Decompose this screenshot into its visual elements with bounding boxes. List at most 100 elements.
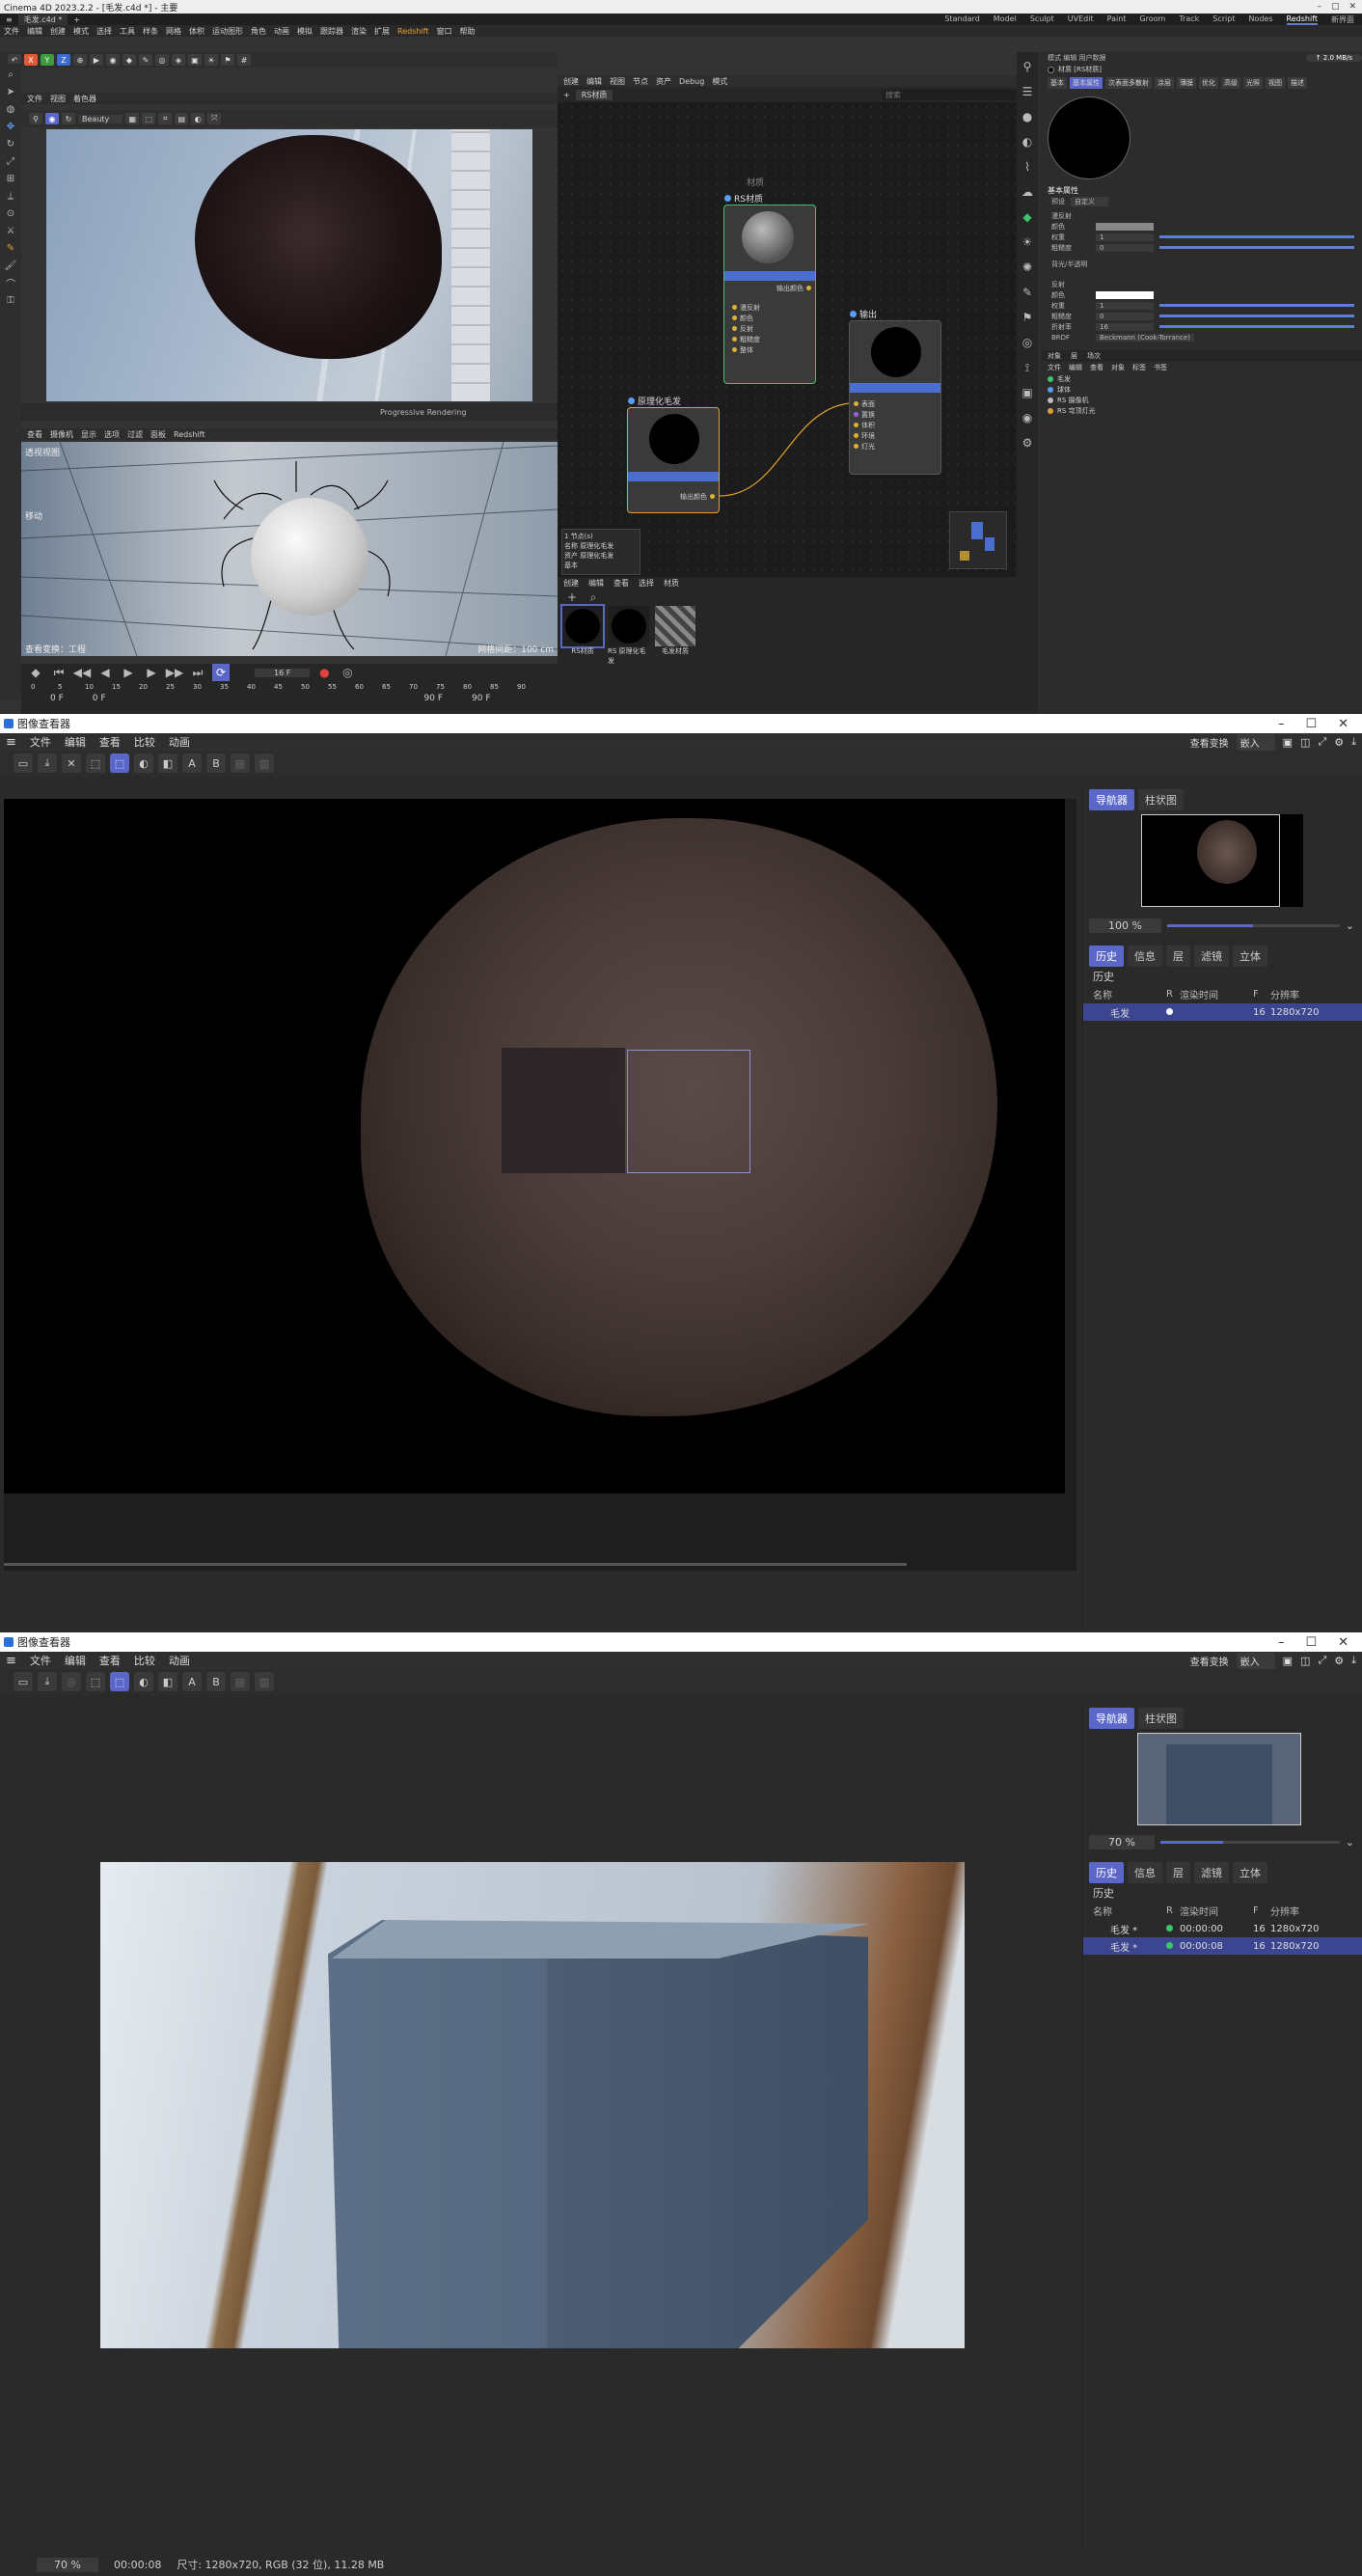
vp2-menu-6[interactable]: Redshift: [174, 430, 204, 439]
v2-vt-dropdown[interactable]: 嵌入: [1236, 1652, 1275, 1669]
v1-download-icon[interactable]: ⤓: [1351, 735, 1356, 749]
timeline-ticks[interactable]: 0 5 10 15 20 25 30 35 40 45 50 55 60 65 70 75 80 85 90: [21, 681, 558, 693]
cloud-icon[interactable]: ☁: [1019, 183, 1036, 201]
layer-icon[interactable]: ☰: [1019, 83, 1036, 100]
v2-history-row-1[interactable]: 毛发 * 00:00:08 16 1280x720: [1083, 1937, 1362, 1955]
menu-item-4[interactable]: 选择: [96, 26, 112, 37]
attr-tab-4[interactable]: 薄膜: [1177, 77, 1196, 89]
render-icon[interactable]: ◉: [106, 54, 120, 66]
node-menu-2[interactable]: 视图: [610, 76, 625, 87]
v2-menu-2[interactable]: 查看: [99, 1653, 121, 1668]
close-icon[interactable]: ✕: [1338, 1635, 1348, 1650]
close-icon[interactable]: ✕: [1348, 2, 1356, 12]
vp2-menu-5[interactable]: 面板: [150, 429, 166, 440]
attr-tab-7[interactable]: 光照: [1243, 77, 1263, 89]
node-search[interactable]: 搜索: [882, 89, 1017, 100]
obj-tab-0[interactable]: 对象: [1048, 351, 1061, 361]
layout-tab-9[interactable]: Redshift: [1286, 14, 1318, 25]
layout-tab-7[interactable]: Script: [1212, 14, 1235, 25]
node-rs-material[interactable]: RS材质 输出颜色 漫反射 颜色 反射 粗糙度 整体: [723, 195, 816, 384]
menu-item-18[interactable]: 帮助: [459, 26, 475, 37]
menu-item-6[interactable]: 样条: [143, 26, 158, 37]
v2-menu-1[interactable]: 编辑: [65, 1653, 86, 1668]
chevron-down-icon[interactable]: ⌄: [1346, 1836, 1354, 1849]
viewport-top-render[interactable]: [46, 129, 532, 401]
v1-menu-icon[interactable]: ≡: [6, 735, 16, 750]
crop-icon[interactable]: ⌗: [158, 113, 173, 124]
axis-icon[interactable]: ⟂: [4, 189, 17, 203]
renderer-dropdown[interactable]: Beauty: [78, 114, 123, 123]
node-menu-0[interactable]: 创建: [563, 76, 579, 87]
object-row-1[interactable]: 球体: [1048, 384, 1362, 395]
v1-settings-icon[interactable]: ⚙: [1334, 736, 1344, 749]
zoom-field[interactable]: 70 %: [1089, 1835, 1155, 1850]
material-item-0[interactable]: RS材质: [560, 604, 605, 656]
nurbs-icon[interactable]: ◎: [155, 54, 169, 66]
ab-left-icon[interactable]: ▤: [231, 754, 250, 773]
layout-tab-3[interactable]: UVEdit: [1068, 14, 1094, 25]
deformer-icon[interactable]: ◈: [172, 54, 185, 66]
viewport-bottom[interactable]: 透视视图 移动 查看变换：工程 网格间距：100 cm: [21, 442, 558, 656]
stop-icon[interactable]: ◎: [62, 1672, 81, 1691]
out-port-1[interactable]: 置换: [854, 409, 875, 420]
zoom-slider[interactable]: [1159, 1841, 1340, 1844]
diffrows-slider-1[interactable]: [1159, 235, 1354, 238]
moon-icon[interactable]: ◐: [1019, 133, 1036, 151]
navigator-thumb[interactable]: [1141, 814, 1303, 907]
coord-icon[interactable]: ⊕: [73, 54, 87, 66]
layout-tab-5[interactable]: Groom: [1139, 14, 1165, 25]
attr-tab-8[interactable]: 视图: [1266, 77, 1285, 89]
chevron-down-icon[interactable]: ⌄: [1346, 919, 1354, 932]
scale-icon[interactable]: ⤢: [4, 154, 17, 168]
v2-menu-icon[interactable]: ≡: [6, 1654, 16, 1668]
v2-layout-icon[interactable]: ▣: [1283, 1655, 1293, 1667]
out-port-4[interactable]: 灯光: [854, 441, 875, 452]
v1-hist-tab-3[interactable]: 滤镜: [1194, 945, 1229, 967]
menu-item-7[interactable]: 网格: [166, 26, 181, 37]
menu-item-17[interactable]: 窗口: [436, 26, 451, 37]
v2-split-icon[interactable]: ◫: [1300, 1655, 1310, 1667]
layout-tab-4[interactable]: Paint: [1107, 14, 1127, 25]
h-scrollbar[interactable]: [4, 1563, 907, 1566]
diffrows-value-1[interactable]: 1: [1096, 233, 1154, 241]
node-hair-out[interactable]: 输出颜色: [680, 492, 707, 502]
obj-menu-2[interactable]: 查看: [1090, 363, 1103, 372]
menu-item-9[interactable]: 运动图形: [212, 26, 243, 37]
menu-item-14[interactable]: 渲染: [351, 26, 367, 37]
spline-icon[interactable]: ✎: [139, 54, 152, 66]
attr-tab-5[interactable]: 优化: [1199, 77, 1218, 89]
prev-key-icon[interactable]: ◀◀: [73, 664, 91, 681]
mat-filter-icon[interactable]: ⌕: [585, 589, 602, 606]
cube-icon[interactable]: ◆: [123, 54, 136, 66]
reflrows-value-4[interactable]: Beckmann (Cook-Torrance): [1096, 333, 1194, 342]
clip-icon[interactable]: ⌇: [1019, 158, 1036, 176]
menu-item-0[interactable]: 文件: [4, 26, 19, 37]
v1-layout-icon[interactable]: ▣: [1283, 736, 1293, 749]
z-axis-button[interactable]: Z: [57, 54, 70, 66]
rs-port-1[interactable]: 颜色: [732, 313, 760, 323]
object-row-3[interactable]: RS 穹顶灯光: [1048, 405, 1362, 416]
autokey-icon[interactable]: ◎: [339, 664, 356, 681]
prev-frame-icon[interactable]: ◀: [96, 664, 114, 681]
bulb-icon[interactable]: ✺: [1019, 259, 1036, 276]
knife-icon[interactable]: ⚔: [4, 224, 17, 237]
attr-tab-1[interactable]: 基本属性: [1070, 77, 1103, 89]
save-icon[interactable]: ⤓: [38, 754, 57, 773]
v2-menu-3[interactable]: 比较: [134, 1653, 155, 1668]
vp-menu-view[interactable]: 视图: [50, 94, 66, 104]
grid-icon[interactable]: #: [237, 54, 251, 66]
menu-item-2[interactable]: 创建: [50, 26, 66, 37]
v2-download-icon[interactable]: ⤓: [1351, 1654, 1356, 1667]
node-menu-1[interactable]: 编辑: [586, 76, 602, 87]
rig-icon[interactable]: ⟟: [1019, 359, 1036, 376]
v2-history-row-0[interactable]: 毛发 * 00:00:00 16 1280x720: [1083, 1920, 1362, 1937]
record-icon[interactable]: ●: [315, 664, 333, 681]
zoom-slider[interactable]: [1166, 924, 1340, 927]
v2-hist-tab-2[interactable]: 层: [1166, 1862, 1190, 1883]
obj-menu-4[interactable]: 标签: [1132, 363, 1146, 372]
menu-item-12[interactable]: 模拟: [297, 26, 313, 37]
ab-right-icon[interactable]: ▥: [255, 754, 274, 773]
end-frame-2[interactable]: 90 F: [472, 694, 491, 703]
region-icon[interactable]: ⬚: [142, 113, 156, 124]
ab-left-icon[interactable]: ▤: [231, 1672, 250, 1691]
